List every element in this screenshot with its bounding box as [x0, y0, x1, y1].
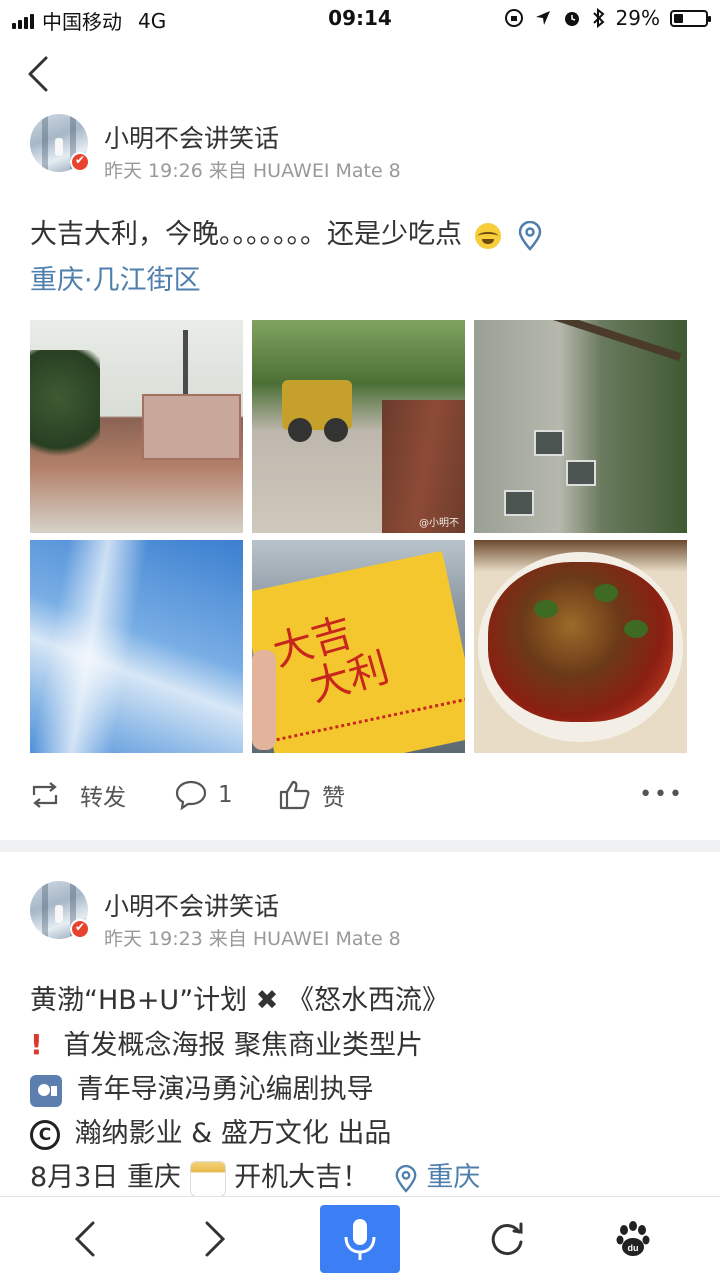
post-meta: 昨天 19:23 来自 HUAWEI Mate 8	[104, 924, 401, 951]
gift-icon	[189, 1160, 226, 1197]
copyright-icon: C	[30, 1119, 60, 1150]
cross-mark-icon: ✖	[255, 985, 279, 1016]
baidu-paw-icon: du	[616, 1221, 650, 1256]
home-button[interactable]: du	[596, 1197, 670, 1281]
repost-label: 转发	[80, 785, 126, 811]
exclamation-icon: !	[30, 1028, 43, 1061]
post-source: 来自 HUAWEI Mate 8	[208, 928, 401, 950]
username[interactable]: 小明不会讲笑话	[104, 119, 279, 155]
alarm-icon	[564, 12, 579, 26]
arrow-right-icon	[205, 1221, 226, 1257]
battery-icon	[670, 9, 711, 27]
post-time: 昨天 19:23	[104, 928, 203, 950]
photo-5[interactable]: 大吉 大利	[252, 540, 465, 753]
text-line-3: 青年导演冯勇沁编剧执导	[30, 1068, 700, 1112]
line-text: 黄渤“HB+U”计划	[30, 985, 248, 1016]
post-text: 大吉大利，今晚。。。。。。。还是少吃点 重庆·几江街区	[30, 212, 700, 304]
post-source: 来自 HUAWEI Mate 8	[208, 160, 401, 182]
post-text: 黄渤“HB+U”计划 ✖ 《怒水西流》 ! 首发概念海报 聚焦商业类型片 青年导…	[30, 979, 700, 1200]
thumbs-up-icon	[279, 780, 310, 810]
line-text: 青年导演冯勇沁编剧执导	[76, 1074, 374, 1105]
rotation-lock-icon	[504, 9, 523, 27]
comment-button[interactable]: 1	[174, 770, 233, 820]
movie-camera-icon	[30, 1074, 62, 1107]
refresh-icon	[491, 1222, 523, 1256]
browser-forward-button[interactable]	[180, 1197, 250, 1281]
location-pin-icon[interactable]	[517, 220, 543, 251]
home-label: du	[628, 1243, 639, 1253]
line-text: 瀚纳影业 & 盛万文化 出品	[74, 1118, 392, 1149]
status-bar: 中国移动 4G 09:14 29%	[0, 0, 720, 38]
username[interactable]: 小明不会讲笑话	[104, 887, 279, 923]
location-link[interactable]: 重庆·几江街区	[30, 265, 201, 296]
line-text: 开机大吉！	[234, 1162, 370, 1193]
back-chevron-icon[interactable]	[22, 54, 58, 94]
browser-back-button[interactable]	[50, 1197, 120, 1281]
arrow-left-icon	[74, 1221, 95, 1257]
photo-1[interactable]	[30, 320, 243, 533]
post-body: 大吉大利，今晚。。。。。。。还是少吃点	[30, 219, 462, 250]
photo-2[interactable]: @小明不	[252, 320, 465, 533]
like-button[interactable]: 赞	[278, 770, 345, 820]
post-actions: 转发 1 赞 •••	[0, 770, 720, 820]
browser-toolbar: du	[0, 1196, 720, 1281]
microphone-icon	[344, 1219, 376, 1260]
refresh-button[interactable]	[470, 1197, 544, 1281]
text-line-4: C 瀚纳影业 & 盛万文化 出品	[30, 1112, 700, 1156]
bluetooth-icon	[592, 8, 605, 28]
text-line-5: 8月3日 重庆 开机大吉！ 重庆	[30, 1156, 700, 1200]
post-time: 昨天 19:26	[104, 160, 203, 182]
comment-count: 1	[218, 782, 233, 808]
line-text: 8月3日 重庆	[30, 1162, 181, 1193]
verified-badge-icon	[70, 152, 90, 172]
location-pin-icon[interactable]	[394, 1164, 418, 1193]
line-text: 首发概念海报 聚焦商业类型片	[63, 1030, 423, 1061]
battery-percent: 29%	[615, 6, 660, 30]
like-label: 赞	[322, 785, 345, 811]
text-line-1: 黄渤“HB+U”计划 ✖ 《怒水西流》	[30, 979, 700, 1023]
photo-4[interactable]	[30, 540, 243, 753]
repost-button[interactable]: 转发	[28, 770, 126, 820]
more-options-icon[interactable]: •••	[639, 782, 684, 807]
location-arrow-icon	[535, 11, 550, 25]
text-line-2: ! 首发概念海报 聚焦商业类型片	[30, 1023, 700, 1068]
post-meta: 昨天 19:26 来自 HUAWEI Mate 8	[104, 156, 401, 183]
repost-icon	[32, 782, 58, 808]
location-link[interactable]: 重庆	[426, 1162, 480, 1193]
photo-watermark: @小明不	[419, 518, 459, 529]
verified-badge-icon	[70, 919, 90, 939]
photo-6[interactable]	[474, 540, 687, 753]
voice-search-button[interactable]	[320, 1205, 400, 1273]
line-text: 《怒水西流》	[287, 985, 449, 1016]
comment-icon	[175, 780, 207, 811]
photo-3[interactable]	[474, 320, 687, 533]
laugh-cry-emoji-icon	[474, 222, 501, 249]
post-divider	[0, 840, 720, 852]
